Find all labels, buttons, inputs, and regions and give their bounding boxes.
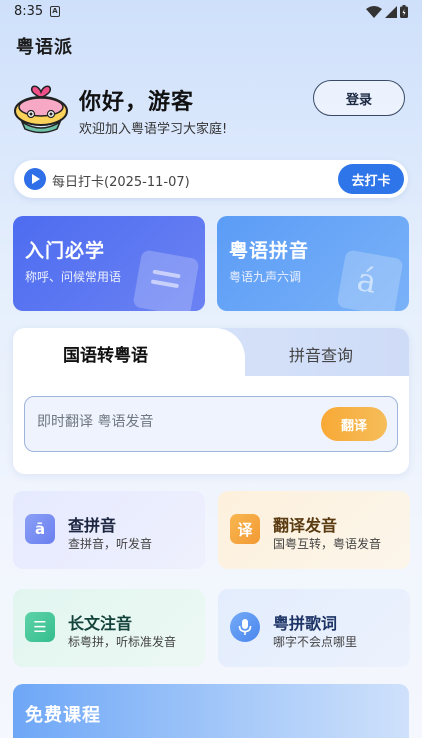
tool-translate-pronounce[interactable]: 译 翻译发音 国粤互转，粤语发音 (218, 491, 410, 569)
translate-icon: 译 (230, 514, 260, 544)
signal-icon (385, 5, 397, 18)
greeting-title: 你好，游客 (79, 90, 195, 115)
play-icon[interactable] (24, 168, 46, 190)
tool-title: 长文注音 (68, 614, 133, 633)
microphone-icon (230, 612, 260, 642)
checkin-bar: 每日打卡(2025-11-07) 去打卡 (14, 160, 408, 198)
tool-title: 翻译发音 (273, 516, 338, 535)
translate-box: 翻译 (24, 396, 398, 452)
status-time: 8:35 (14, 4, 44, 19)
tool-subtitle: 国粤互转，粤语发音 (273, 537, 382, 551)
login-button[interactable]: 登录 (313, 80, 405, 116)
document-icon (132, 249, 200, 311)
battery-icon (400, 5, 408, 18)
tool-title: 查拼音 (68, 516, 117, 535)
welcome-text: 欢迎加入粤语学习大家庭! (79, 122, 228, 137)
translate-panel: 国语转粤语 拼音查询 翻译 (13, 328, 409, 474)
tab-mandarin-to-cantonese[interactable]: 国语转粤语 (13, 328, 245, 376)
status-icons (366, 5, 408, 18)
avatar (14, 85, 68, 134)
pinyin-icon: ā (25, 514, 55, 544)
tool-subtitle: 查拼音，听发音 (68, 537, 153, 551)
tool-lookup-pinyin[interactable]: ā 查拼音 查拼音，听发音 (13, 491, 205, 569)
translate-input[interactable] (37, 414, 307, 430)
card-pinyin-subtitle: 粤语九声六调 (229, 270, 302, 284)
card-beginner-title: 入门必学 (25, 240, 106, 262)
tool-long-text-annotate[interactable]: ☰ 长文注音 标粤拼，听标准发音 (13, 589, 205, 667)
tool-title: 粤拼歌词 (273, 614, 338, 633)
wifi-icon (366, 5, 382, 18)
tone-letter-icon: á (336, 249, 404, 311)
tab-pinyin-query[interactable]: 拼音查询 (289, 342, 353, 366)
tool-lyrics-pinyin[interactable]: 粤拼歌词 哪字不会点哪里 (218, 589, 410, 667)
notification-icon: A (50, 6, 60, 17)
card-pinyin[interactable]: 粤语拼音 粤语九声六调 á (217, 216, 409, 311)
app-title: 粤语派 (16, 37, 73, 58)
free-courses-title: 免费课程 (25, 705, 101, 726)
status-bar: 8:35 A (0, 0, 422, 24)
card-beginner[interactable]: 入门必学 称呼、问候常用语 (13, 216, 205, 311)
tab-label: 国语转粤语 (63, 346, 148, 366)
translate-button[interactable]: 翻译 (321, 407, 387, 441)
tool-subtitle: 哪字不会点哪里 (273, 635, 358, 649)
tool-subtitle: 标粤拼，听标准发音 (68, 635, 177, 649)
card-pinyin-title: 粤语拼音 (229, 240, 310, 262)
bottom-area (0, 738, 422, 750)
checkin-button[interactable]: 去打卡 (338, 164, 404, 194)
free-courses-section[interactable]: 免费课程 (13, 684, 409, 744)
checkin-text: 每日打卡(2025-11-07) (52, 175, 190, 190)
card-beginner-subtitle: 称呼、问候常用语 (25, 270, 122, 284)
document-icon: ☰ (25, 612, 55, 642)
